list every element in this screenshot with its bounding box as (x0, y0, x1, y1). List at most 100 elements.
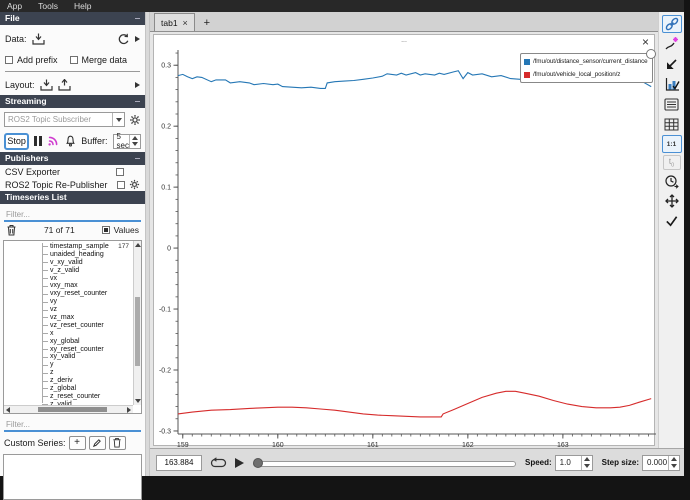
timeseries-item[interactable]: unaided_heading (4, 251, 132, 259)
legend-entry[interactable]: /fmu/out/distance_sensor/current_distanc… (521, 55, 652, 68)
timeseries-item[interactable]: xy_valid (4, 353, 132, 361)
pan-move-icon[interactable] (662, 192, 682, 210)
apply-check-icon[interactable] (662, 212, 682, 230)
speed-value: 1.0 (556, 456, 581, 470)
timeseries-section-header: Timeseries List (0, 191, 145, 204)
timeseries-item[interactable]: z (4, 369, 132, 377)
timeseries-tree[interactable]: timestamp_sample177unaided_headingv_xy_v… (3, 240, 142, 414)
stop-streaming-button[interactable]: Stop (4, 133, 29, 150)
curve-editor-icon[interactable] (662, 35, 682, 53)
streaming-source-select[interactable]: ROS2 Topic Subscriber (4, 112, 125, 127)
plot-legend[interactable]: /fmu/out/distance_sensor/current_distanc… (520, 53, 653, 83)
plot-title: ... (154, 37, 654, 44)
load-layout-icon[interactable] (40, 79, 53, 91)
streaming-signal-icon[interactable] (47, 135, 60, 147)
timeseries-item[interactable]: vx (4, 275, 132, 283)
legend-drag-handle[interactable] (646, 49, 656, 59)
grid-icon[interactable] (662, 115, 682, 133)
timeseries-item[interactable]: xy_global (4, 338, 132, 346)
svg-text:160: 160 (272, 442, 284, 449)
statistics-icon[interactable] (662, 75, 682, 93)
time-tracker-clock-icon[interactable] (662, 172, 682, 190)
svg-text:161: 161 (367, 442, 379, 449)
timeseries-item[interactable]: y (4, 361, 132, 369)
csv-exporter-checkbox[interactable] (116, 168, 124, 176)
menu-tools[interactable]: Tools (31, 0, 65, 12)
ros2-republisher-checkbox[interactable] (117, 181, 125, 189)
values-checkbox[interactable] (102, 226, 110, 234)
timeseries-filter-input[interactable]: Filter... (4, 205, 141, 222)
timeseries-item[interactable]: z_reset_counter (4, 393, 132, 401)
timeseries-item[interactable]: vz_reset_counter (4, 322, 132, 330)
step-size-label: Step size: (602, 458, 639, 467)
menu-app[interactable]: App (0, 0, 29, 12)
timeseries-item[interactable]: vz_max (4, 314, 132, 322)
step-size-value: 0.000 (643, 456, 668, 470)
timeseries-item[interactable]: z_global (4, 385, 132, 393)
zoom-fit-arrow-icon[interactable] (662, 55, 682, 73)
timeseries-item[interactable]: timestamp_sample177 (4, 243, 132, 251)
ratio-1-1-icon[interactable]: 1:1 (662, 135, 682, 153)
custom-series-list[interactable] (3, 454, 142, 500)
step-size-spinbox[interactable]: 0.000 (642, 455, 680, 471)
right-toolbar: 1:1 t0 (658, 12, 684, 448)
add-prefix-checkbox[interactable] (5, 56, 13, 64)
plot-close-icon[interactable]: × (642, 36, 649, 48)
publisher-csv-exporter-label: CSV Exporter (5, 167, 60, 177)
slider-handle[interactable] (253, 458, 263, 468)
publishers-section-header[interactable]: Publishers (0, 152, 145, 165)
tab-tab1[interactable]: tab1 × (154, 13, 195, 31)
tree-vertical-scrollbar[interactable] (133, 241, 141, 405)
values-label: Values (114, 225, 139, 235)
current-time-field[interactable]: 163.884 (156, 455, 202, 471)
save-layout-icon[interactable] (58, 79, 71, 91)
t0-icon[interactable]: t0 (663, 155, 681, 170)
custom-series-label: Custom Series: (4, 438, 66, 448)
republisher-gear-icon[interactable] (129, 179, 140, 190)
reload-data-icon[interactable] (117, 33, 130, 46)
streaming-settings-gear-icon[interactable] (129, 114, 141, 126)
timeseries-item[interactable]: v_z_valid (4, 267, 132, 275)
link-zoom-icon[interactable] (662, 15, 682, 33)
plot-canvas[interactable]: 0.30.20.10-0.1-0.2-0.3159160161162163 (178, 50, 656, 434)
timeseries-item[interactable]: xy_reset_counter (4, 346, 132, 354)
notifications-bell-icon[interactable] (65, 135, 76, 147)
svg-text:0.3: 0.3 (161, 63, 171, 70)
timeseries-item[interactable]: z_deriv (4, 377, 132, 385)
legend-swatch-blue (524, 59, 530, 65)
buffer-spinbox[interactable]: 5 sec (113, 134, 141, 149)
pause-icon[interactable] (34, 136, 42, 146)
file-section-header[interactable]: File (0, 12, 145, 25)
custom-series-filter-input[interactable]: Filter... (4, 415, 141, 432)
timeseries-item[interactable]: v_xy_valid (4, 259, 132, 267)
add-custom-series-button[interactable]: + (69, 436, 86, 450)
delete-timeseries-trash-icon[interactable] (6, 224, 17, 236)
layout-menu-arrow[interactable] (135, 82, 140, 88)
timeseries-item[interactable]: vxy_reset_counter (4, 290, 132, 298)
merge-data-checkbox[interactable] (70, 56, 78, 64)
timeseries-item[interactable]: x (4, 330, 132, 338)
time-slider[interactable] (253, 457, 516, 469)
data-menu-arrow[interactable] (135, 36, 140, 42)
play-button[interactable] (235, 458, 244, 468)
legend-list-icon[interactable] (662, 95, 682, 113)
load-data-icon[interactable] (32, 33, 45, 45)
svg-text:0.2: 0.2 (161, 124, 171, 131)
tab-close-icon[interactable]: × (183, 19, 188, 27)
edit-custom-series-button[interactable] (89, 436, 106, 450)
timeseries-item[interactable]: vz (4, 306, 132, 314)
divider (5, 71, 140, 72)
timeseries-item[interactable]: vy (4, 298, 132, 306)
chevron-down-icon (112, 113, 124, 126)
menu-help[interactable]: Help (67, 0, 98, 12)
add-tab-button[interactable]: + (197, 15, 217, 31)
tree-horizontal-scrollbar[interactable] (4, 405, 133, 413)
speed-spinbox[interactable]: 1.0 (555, 455, 593, 471)
timeseries-item[interactable]: vxy_max (4, 282, 132, 290)
plot-container: ... × 0.30.20.10-0.1-0.2-0.3159160161162… (150, 32, 658, 448)
legend-entry[interactable]: /fmu/out/vehicle_local_position/z (521, 68, 652, 81)
delete-custom-series-button[interactable] (109, 436, 126, 450)
plot-widget[interactable]: ... × 0.30.20.10-0.1-0.2-0.3159160161162… (153, 34, 655, 446)
loop-icon[interactable] (210, 457, 227, 469)
streaming-section-header[interactable]: Streaming (0, 95, 145, 108)
